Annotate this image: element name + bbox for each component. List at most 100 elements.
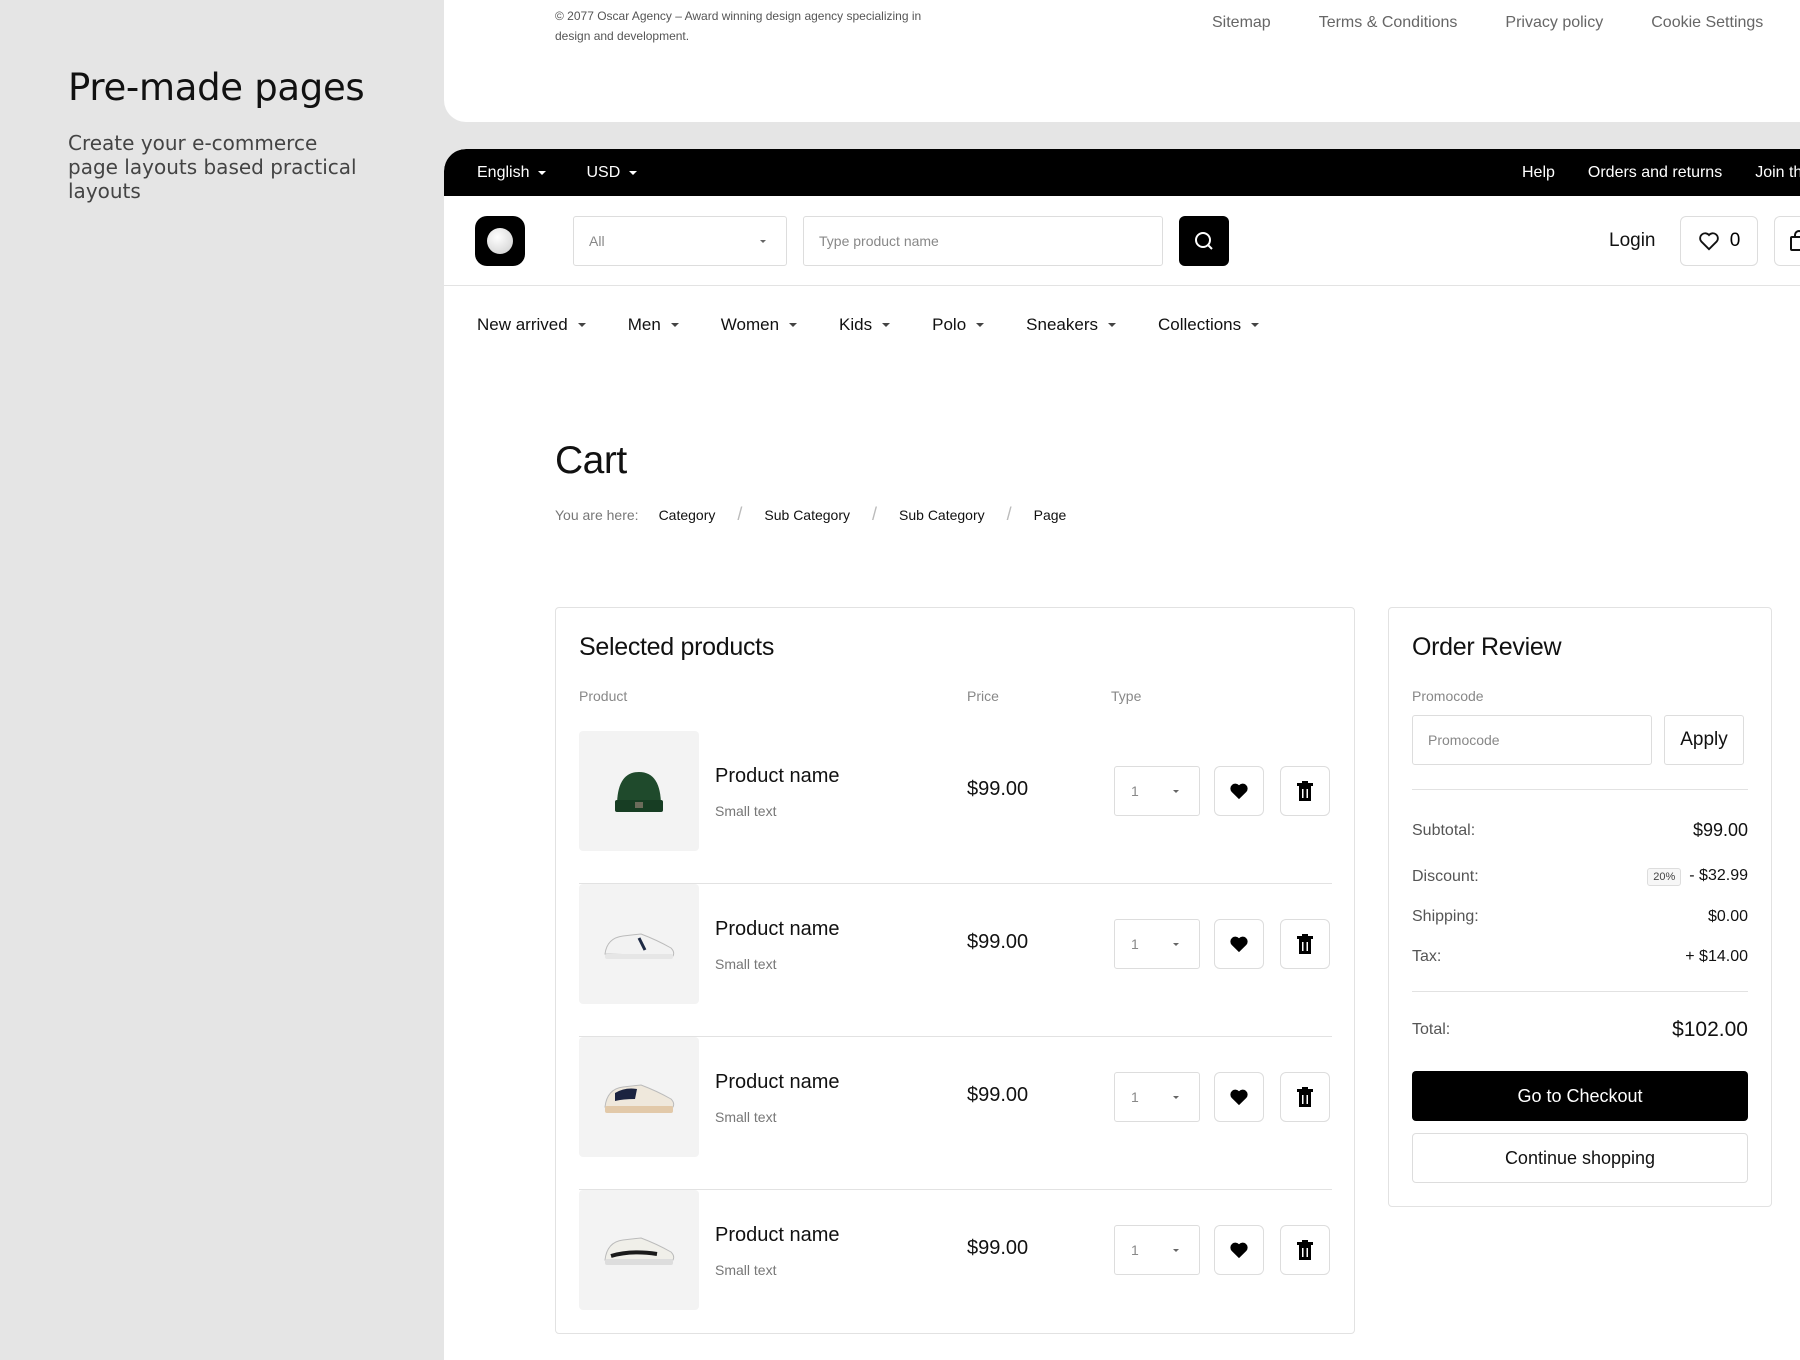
search-input[interactable] xyxy=(803,216,1163,266)
nav-item-sneakers[interactable]: Sneakers xyxy=(1026,315,1116,335)
product-row: Product name Small text $99.00 1 xyxy=(579,731,1332,884)
quantity-select[interactable]: 1 xyxy=(1114,1225,1200,1275)
delete-button[interactable] xyxy=(1280,1072,1330,1122)
breadcrumb-item[interactable]: Sub Category xyxy=(899,507,985,523)
category-select[interactable]: All xyxy=(573,216,787,266)
chevron-down-icon xyxy=(1251,323,1260,327)
chevron-down-icon xyxy=(670,323,679,327)
quantity-select[interactable]: 1 xyxy=(1114,919,1200,969)
footer-link-privacy[interactable]: Privacy policy xyxy=(1505,14,1603,32)
product-image-navy-sneaker[interactable] xyxy=(579,1037,699,1157)
delete-button[interactable] xyxy=(1280,1225,1330,1275)
intro: Pre-made pages Create your e-commerce pa… xyxy=(68,66,368,203)
product-name[interactable]: Product name xyxy=(715,765,840,788)
chevron-down-icon xyxy=(976,323,985,327)
cart-button[interactable] xyxy=(1774,216,1800,266)
promocode-label: Promocode xyxy=(1412,688,1484,704)
footer-link-terms[interactable]: Terms & Conditions xyxy=(1319,14,1458,32)
shipping-label: Shipping: xyxy=(1412,908,1479,925)
wishlist-count: 0 xyxy=(1729,230,1741,251)
chevron-down-icon xyxy=(789,323,798,327)
checkout-button[interactable]: Go to Checkout xyxy=(1412,1071,1748,1121)
tax-label: Tax: xyxy=(1412,948,1442,965)
breadcrumb: You are here: Category / Sub Category / … xyxy=(555,504,1066,525)
language-select[interactable]: English xyxy=(477,164,547,182)
footer-link-sitemap[interactable]: Sitemap xyxy=(1212,14,1271,32)
shipping-value: $0.00 xyxy=(1707,908,1748,925)
product-subtext: Small text xyxy=(715,1109,777,1125)
nav-item-new-arrived[interactable]: New arrived xyxy=(477,315,586,335)
nav-item-kids[interactable]: Kids xyxy=(839,315,891,335)
trash-icon xyxy=(1297,781,1313,801)
favorite-button[interactable] xyxy=(1214,1225,1264,1275)
currency-select[interactable]: USD xyxy=(586,163,638,182)
sneaker-icon xyxy=(604,933,675,959)
nav-item-polo[interactable]: Polo xyxy=(932,315,985,335)
nav-item-label: Kids xyxy=(839,315,873,334)
divider xyxy=(1412,789,1748,790)
chevron-down-icon xyxy=(577,323,586,327)
product-row: Product name Small text $99.00 1 xyxy=(579,884,1332,1037)
quantity-value: 1 xyxy=(1131,1242,1139,1258)
footer-links: Sitemap Terms & Conditions Privacy polic… xyxy=(1212,14,1763,32)
wishlist-button[interactable]: 0 xyxy=(1680,216,1758,266)
beanie-icon xyxy=(615,772,663,812)
quantity-value: 1 xyxy=(1131,936,1139,952)
product-row: Product name Small text $99.00 1 xyxy=(579,1037,1332,1190)
discount-badge: 20% xyxy=(1647,868,1682,886)
product-image-white-black-sneaker[interactable] xyxy=(579,1190,699,1310)
continue-shopping-button[interactable]: Continue shopping xyxy=(1412,1133,1748,1183)
trash-icon xyxy=(1297,1240,1313,1260)
trash-icon xyxy=(1297,934,1313,954)
chevron-down-icon xyxy=(760,239,766,243)
product-image-beanie[interactable] xyxy=(579,731,699,851)
product-price: $99.00 xyxy=(967,778,1029,800)
intro-title: Pre-made pages xyxy=(68,66,365,109)
quantity-select[interactable]: 1 xyxy=(1114,766,1200,816)
favorite-button[interactable] xyxy=(1214,1072,1264,1122)
cart-page: English USD Help Orders and returns Join… xyxy=(444,149,1800,1360)
breadcrumb-separator: / xyxy=(1006,504,1012,524)
tax-row: Tax: + $14.00 xyxy=(1412,948,1748,966)
column-header-type: Type xyxy=(1111,688,1142,704)
logo[interactable] xyxy=(475,216,525,266)
header: All Login 0 xyxy=(444,196,1800,286)
breadcrumb-item[interactable]: Category xyxy=(659,507,716,523)
delete-button[interactable] xyxy=(1280,919,1330,969)
quantity-select[interactable]: 1 xyxy=(1114,1072,1200,1122)
nav-item-collections[interactable]: Collections xyxy=(1158,315,1260,335)
heart-icon xyxy=(1230,783,1248,800)
subtotal-row: Subtotal: $99.00 xyxy=(1412,820,1748,841)
total-value: $102.00 xyxy=(1672,1018,1748,1041)
footer-link-cookies[interactable]: Cookie Settings xyxy=(1651,14,1763,32)
join-link[interactable]: Join th xyxy=(1755,164,1800,182)
nav-item-women[interactable]: Women xyxy=(721,315,798,335)
products-heading: Selected products xyxy=(579,633,775,661)
discount-value: - $32.99 xyxy=(1689,867,1748,884)
product-price: $99.00 xyxy=(967,931,1029,953)
heart-icon xyxy=(1230,1242,1248,1259)
delete-button[interactable] xyxy=(1280,766,1330,816)
search-button[interactable] xyxy=(1179,216,1229,266)
product-subtext: Small text xyxy=(715,803,777,819)
breadcrumb-item[interactable]: Sub Category xyxy=(764,507,850,523)
chevron-down-icon xyxy=(1173,1248,1179,1252)
sneaker-icon xyxy=(604,1237,675,1265)
product-name[interactable]: Product name xyxy=(715,918,840,941)
breadcrumb-item[interactable]: Page xyxy=(1034,507,1067,523)
currency-value: USD xyxy=(586,163,621,181)
breadcrumb-separator: / xyxy=(872,504,878,524)
orders-returns-link[interactable]: Orders and returns xyxy=(1588,164,1722,182)
promocode-input[interactable] xyxy=(1412,715,1652,765)
chevron-down-icon xyxy=(538,170,547,175)
product-name[interactable]: Product name xyxy=(715,1224,840,1247)
product-image-white-sneaker[interactable] xyxy=(579,884,699,1004)
apply-button[interactable]: Apply xyxy=(1664,715,1744,765)
favorite-button[interactable] xyxy=(1214,766,1264,816)
help-link[interactable]: Help xyxy=(1522,164,1555,182)
category-value: All xyxy=(589,233,605,249)
nav-item-men[interactable]: Men xyxy=(628,315,679,335)
product-name[interactable]: Product name xyxy=(715,1071,840,1094)
favorite-button[interactable] xyxy=(1214,919,1264,969)
login-link[interactable]: Login xyxy=(1609,230,1656,252)
